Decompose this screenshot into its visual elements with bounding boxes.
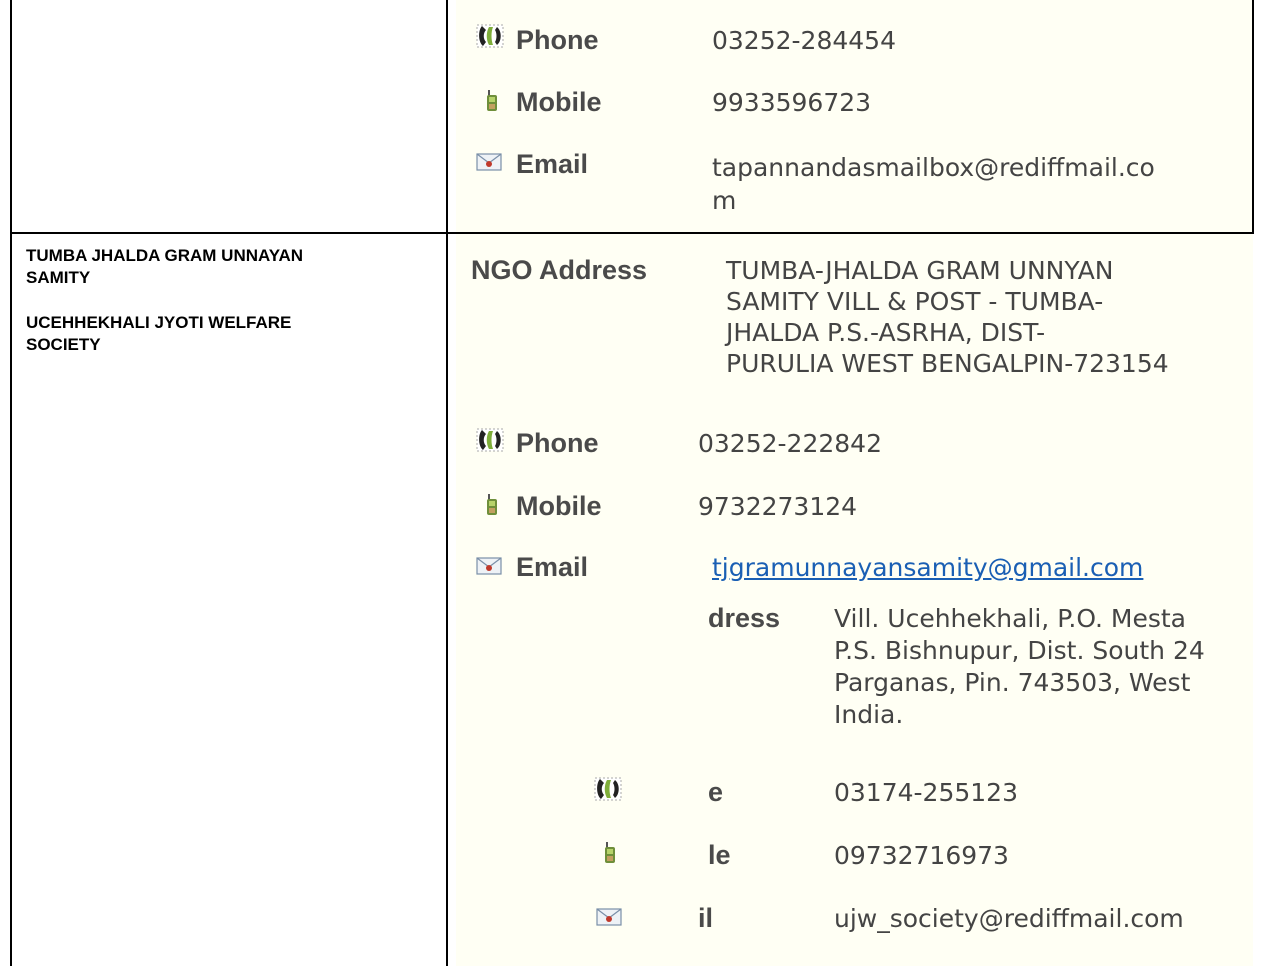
org-name-line: TUMBA JHALDA GRAM UNNAYAN <box>26 246 304 265</box>
address-line: JHALDA P.S.-ASRHA, DIST- <box>726 318 1046 347</box>
ngo-address-value: TUMBA-JHALDA GRAM UNNYAN SAMITY VILL & P… <box>726 255 1169 379</box>
address-line: TUMBA-JHALDA GRAM UNNYAN <box>726 256 1114 285</box>
org-name: UCEHHEKHALI JYOTI WELFARE SOCIETY <box>26 312 291 356</box>
email-value-line2: m <box>712 186 737 215</box>
phone-label: Phone <box>516 25 599 55</box>
mobile-label: Mobile <box>516 87 602 117</box>
email-icon <box>596 907 622 927</box>
address-label: dress <box>708 603 781 633</box>
table-row-divider <box>10 232 1254 234</box>
org-name-line: SOCIETY <box>26 335 101 354</box>
phone-icon <box>594 777 622 801</box>
clipped-contact-block: dress Vill. Ucehhekhali, P.O. Mesta P.S.… <box>456 588 1242 966</box>
email-label: Email <box>516 149 589 179</box>
mobile-value: 9732273124 <box>698 492 858 521</box>
phone-icon <box>476 428 504 452</box>
address-line: PURULIA WEST BENGALPIN-723154 <box>726 349 1169 378</box>
mobile-label: Mobile <box>516 491 602 521</box>
email-label: il <box>698 903 714 933</box>
email-icon <box>476 152 502 172</box>
address-line: Parganas, Pin. 743503, West <box>834 668 1191 697</box>
address-line: Vill. Ucehhekhali, P.O. Mesta <box>834 604 1186 633</box>
mobile-icon <box>602 841 618 865</box>
table-left-border <box>10 0 12 966</box>
mobile-icon <box>484 89 500 113</box>
address-line: P.S. Bishnupur, Dist. South 24 <box>834 636 1205 665</box>
address-line: SAMITY VILL & POST - TUMBA- <box>726 287 1104 316</box>
mobile-value: 9933596723 <box>712 88 872 117</box>
mobile-label: le <box>708 840 731 870</box>
org-name-line: SAMITY <box>26 268 91 287</box>
table-right-border <box>1252 0 1254 233</box>
email-value-line1: tapannandasmailbox@rediffmail.co <box>712 153 1155 182</box>
phone-value: 03252-284454 <box>712 26 896 55</box>
email-icon <box>476 556 502 576</box>
phone-label: e <box>708 777 724 807</box>
email-label: Email <box>516 552 589 582</box>
org-name-line: UCEHHEKHALI JYOTI WELFARE <box>26 313 292 332</box>
ngo-address-label: NGO Address <box>471 255 648 285</box>
phone-value: 03174-255123 <box>834 778 1018 807</box>
email-value: ujw_society@rediffmail.com <box>834 904 1184 933</box>
email-link[interactable]: tjgramunnayansamity@gmail.com <box>712 552 1143 584</box>
table-column-divider <box>446 0 448 966</box>
phone-label: Phone <box>516 428 599 458</box>
mobile-icon <box>484 493 500 517</box>
phone-value: 03252-222842 <box>698 429 882 458</box>
phone-icon <box>476 24 504 48</box>
org-name: TUMBA JHALDA GRAM UNNAYAN SAMITY <box>26 245 303 289</box>
address-line: India. <box>834 700 904 729</box>
address-value: Vill. Ucehhekhali, P.O. Mesta P.S. Bishn… <box>834 603 1205 731</box>
mobile-value: 09732716973 <box>834 841 1009 870</box>
